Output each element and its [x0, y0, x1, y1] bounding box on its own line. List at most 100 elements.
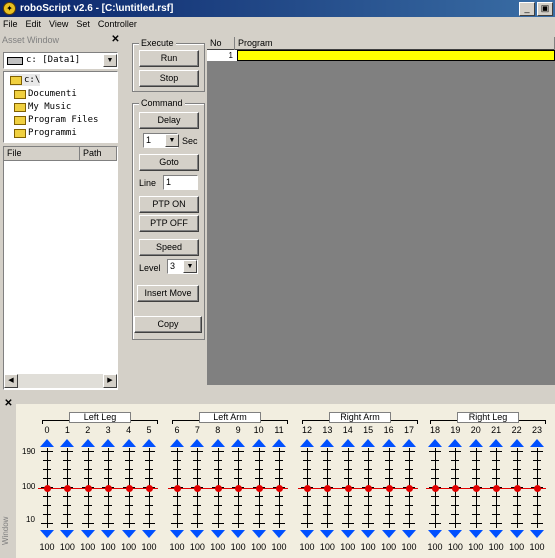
decrease-arrow-icon[interactable]	[190, 530, 205, 538]
level-dropdown-icon[interactable]: ▼	[183, 260, 197, 273]
program-grid[interactable]	[207, 37, 555, 385]
decrease-arrow-icon[interactable]	[489, 530, 504, 538]
increase-arrow-icon[interactable]	[509, 439, 524, 447]
column-header-program[interactable]: Program	[235, 37, 555, 50]
increase-arrow-icon[interactable]	[402, 439, 416, 447]
decrease-arrow-icon[interactable]	[80, 530, 95, 538]
drive-dropdown-icon[interactable]: ▼	[103, 54, 117, 67]
decrease-arrow-icon[interactable]	[468, 530, 483, 538]
increase-arrow-icon[interactable]	[142, 439, 156, 447]
slider-knob[interactable]	[304, 485, 311, 492]
restore-button[interactable]: ▣	[537, 2, 553, 16]
slider-knob[interactable]	[406, 485, 413, 492]
directory-item[interactable]: Programmi	[14, 127, 77, 139]
run-button[interactable]: Run	[139, 50, 199, 67]
program-cell-selected[interactable]	[237, 50, 555, 61]
ptp-on-button[interactable]: PTP ON	[139, 196, 199, 213]
slider-knob[interactable]	[344, 485, 352, 492]
increase-arrow-icon[interactable]	[530, 439, 544, 447]
slider-knob[interactable]	[174, 485, 181, 492]
slider-knob[interactable]	[44, 485, 51, 492]
slider-knob[interactable]	[84, 485, 92, 492]
increase-arrow-icon[interactable]	[381, 439, 396, 447]
scroll-right-icon[interactable]: ▶	[103, 374, 117, 388]
decrease-arrow-icon[interactable]	[210, 530, 225, 538]
increase-arrow-icon[interactable]	[361, 439, 376, 447]
decrease-arrow-icon[interactable]	[142, 530, 156, 538]
increase-arrow-icon[interactable]	[468, 439, 483, 447]
decrease-arrow-icon[interactable]	[448, 530, 463, 538]
directory-list[interactable]: c:\ Documenti My Music Program Files Pro…	[3, 71, 118, 143]
delay-button[interactable]: Delay	[139, 112, 199, 129]
horizontal-scrollbar[interactable]: ◀ ▶	[4, 374, 117, 388]
line-input[interactable]: 1	[163, 175, 198, 190]
decrease-arrow-icon[interactable]	[121, 530, 136, 538]
decrease-arrow-icon[interactable]	[530, 530, 544, 538]
decrease-arrow-icon[interactable]	[300, 530, 314, 538]
decrease-arrow-icon[interactable]	[320, 530, 335, 538]
slider-knob[interactable]	[432, 485, 439, 492]
decrease-arrow-icon[interactable]	[509, 530, 524, 538]
decrease-arrow-icon[interactable]	[402, 530, 416, 538]
menu-controller[interactable]: Controller	[98, 17, 137, 32]
decrease-arrow-icon[interactable]	[170, 530, 184, 538]
slider-panel-close-icon[interactable]: ✕	[3, 399, 14, 410]
decrease-arrow-icon[interactable]	[340, 530, 355, 538]
slider-knob[interactable]	[125, 485, 133, 492]
increase-arrow-icon[interactable]	[170, 439, 184, 447]
increase-arrow-icon[interactable]	[210, 439, 225, 447]
increase-arrow-icon[interactable]	[231, 439, 246, 447]
column-header-path[interactable]: Path	[80, 147, 117, 160]
menu-file[interactable]: File	[3, 17, 18, 32]
decrease-arrow-icon[interactable]	[251, 530, 266, 538]
slider-knob[interactable]	[276, 485, 283, 492]
increase-arrow-icon[interactable]	[121, 439, 136, 447]
stop-button[interactable]: Stop	[139, 70, 199, 87]
increase-arrow-icon[interactable]	[272, 439, 286, 447]
increase-arrow-icon[interactable]	[428, 439, 442, 447]
column-header-file[interactable]: File	[4, 147, 80, 160]
slider-knob[interactable]	[146, 485, 153, 492]
decrease-arrow-icon[interactable]	[60, 530, 75, 538]
increase-arrow-icon[interactable]	[251, 439, 266, 447]
decrease-arrow-icon[interactable]	[428, 530, 442, 538]
directory-item[interactable]: My Music	[14, 101, 71, 113]
menu-edit[interactable]: Edit	[26, 17, 42, 32]
slider-knob[interactable]	[534, 485, 541, 492]
insert-move-button[interactable]: Insert Move	[137, 285, 199, 302]
slider-knob[interactable]	[214, 485, 222, 492]
slider-knob[interactable]	[472, 485, 480, 492]
speed-button[interactable]: Speed	[139, 239, 199, 256]
increase-arrow-icon[interactable]	[320, 439, 335, 447]
delay-dropdown-icon[interactable]: ▼	[165, 134, 179, 147]
decrease-arrow-icon[interactable]	[231, 530, 246, 538]
menu-set[interactable]: Set	[76, 17, 90, 32]
slider-knob[interactable]	[513, 485, 521, 492]
file-list[interactable]	[3, 146, 118, 390]
directory-item[interactable]: Program Files	[14, 114, 98, 126]
menu-view[interactable]: View	[49, 17, 68, 32]
increase-arrow-icon[interactable]	[448, 439, 463, 447]
increase-arrow-icon[interactable]	[101, 439, 116, 447]
ptp-off-button[interactable]: PTP OFF	[139, 215, 199, 232]
app-icon[interactable]: ✦	[3, 2, 16, 15]
increase-arrow-icon[interactable]	[340, 439, 355, 447]
goto-button[interactable]: Goto	[139, 154, 199, 171]
slider-knob[interactable]	[255, 485, 263, 492]
increase-arrow-icon[interactable]	[60, 439, 75, 447]
increase-arrow-icon[interactable]	[40, 439, 54, 447]
decrease-arrow-icon[interactable]	[361, 530, 376, 538]
increase-arrow-icon[interactable]	[300, 439, 314, 447]
decrease-arrow-icon[interactable]	[272, 530, 286, 538]
increase-arrow-icon[interactable]	[80, 439, 95, 447]
slider-knob[interactable]	[385, 485, 393, 492]
increase-arrow-icon[interactable]	[190, 439, 205, 447]
column-header-no[interactable]: No	[207, 37, 235, 50]
copy-button[interactable]: Copy	[134, 316, 202, 333]
directory-item[interactable]: c:\	[10, 74, 41, 86]
scroll-left-icon[interactable]: ◀	[4, 374, 18, 388]
minimize-button[interactable]: _	[519, 2, 535, 16]
increase-arrow-icon[interactable]	[489, 439, 504, 447]
decrease-arrow-icon[interactable]	[381, 530, 396, 538]
decrease-arrow-icon[interactable]	[40, 530, 54, 538]
